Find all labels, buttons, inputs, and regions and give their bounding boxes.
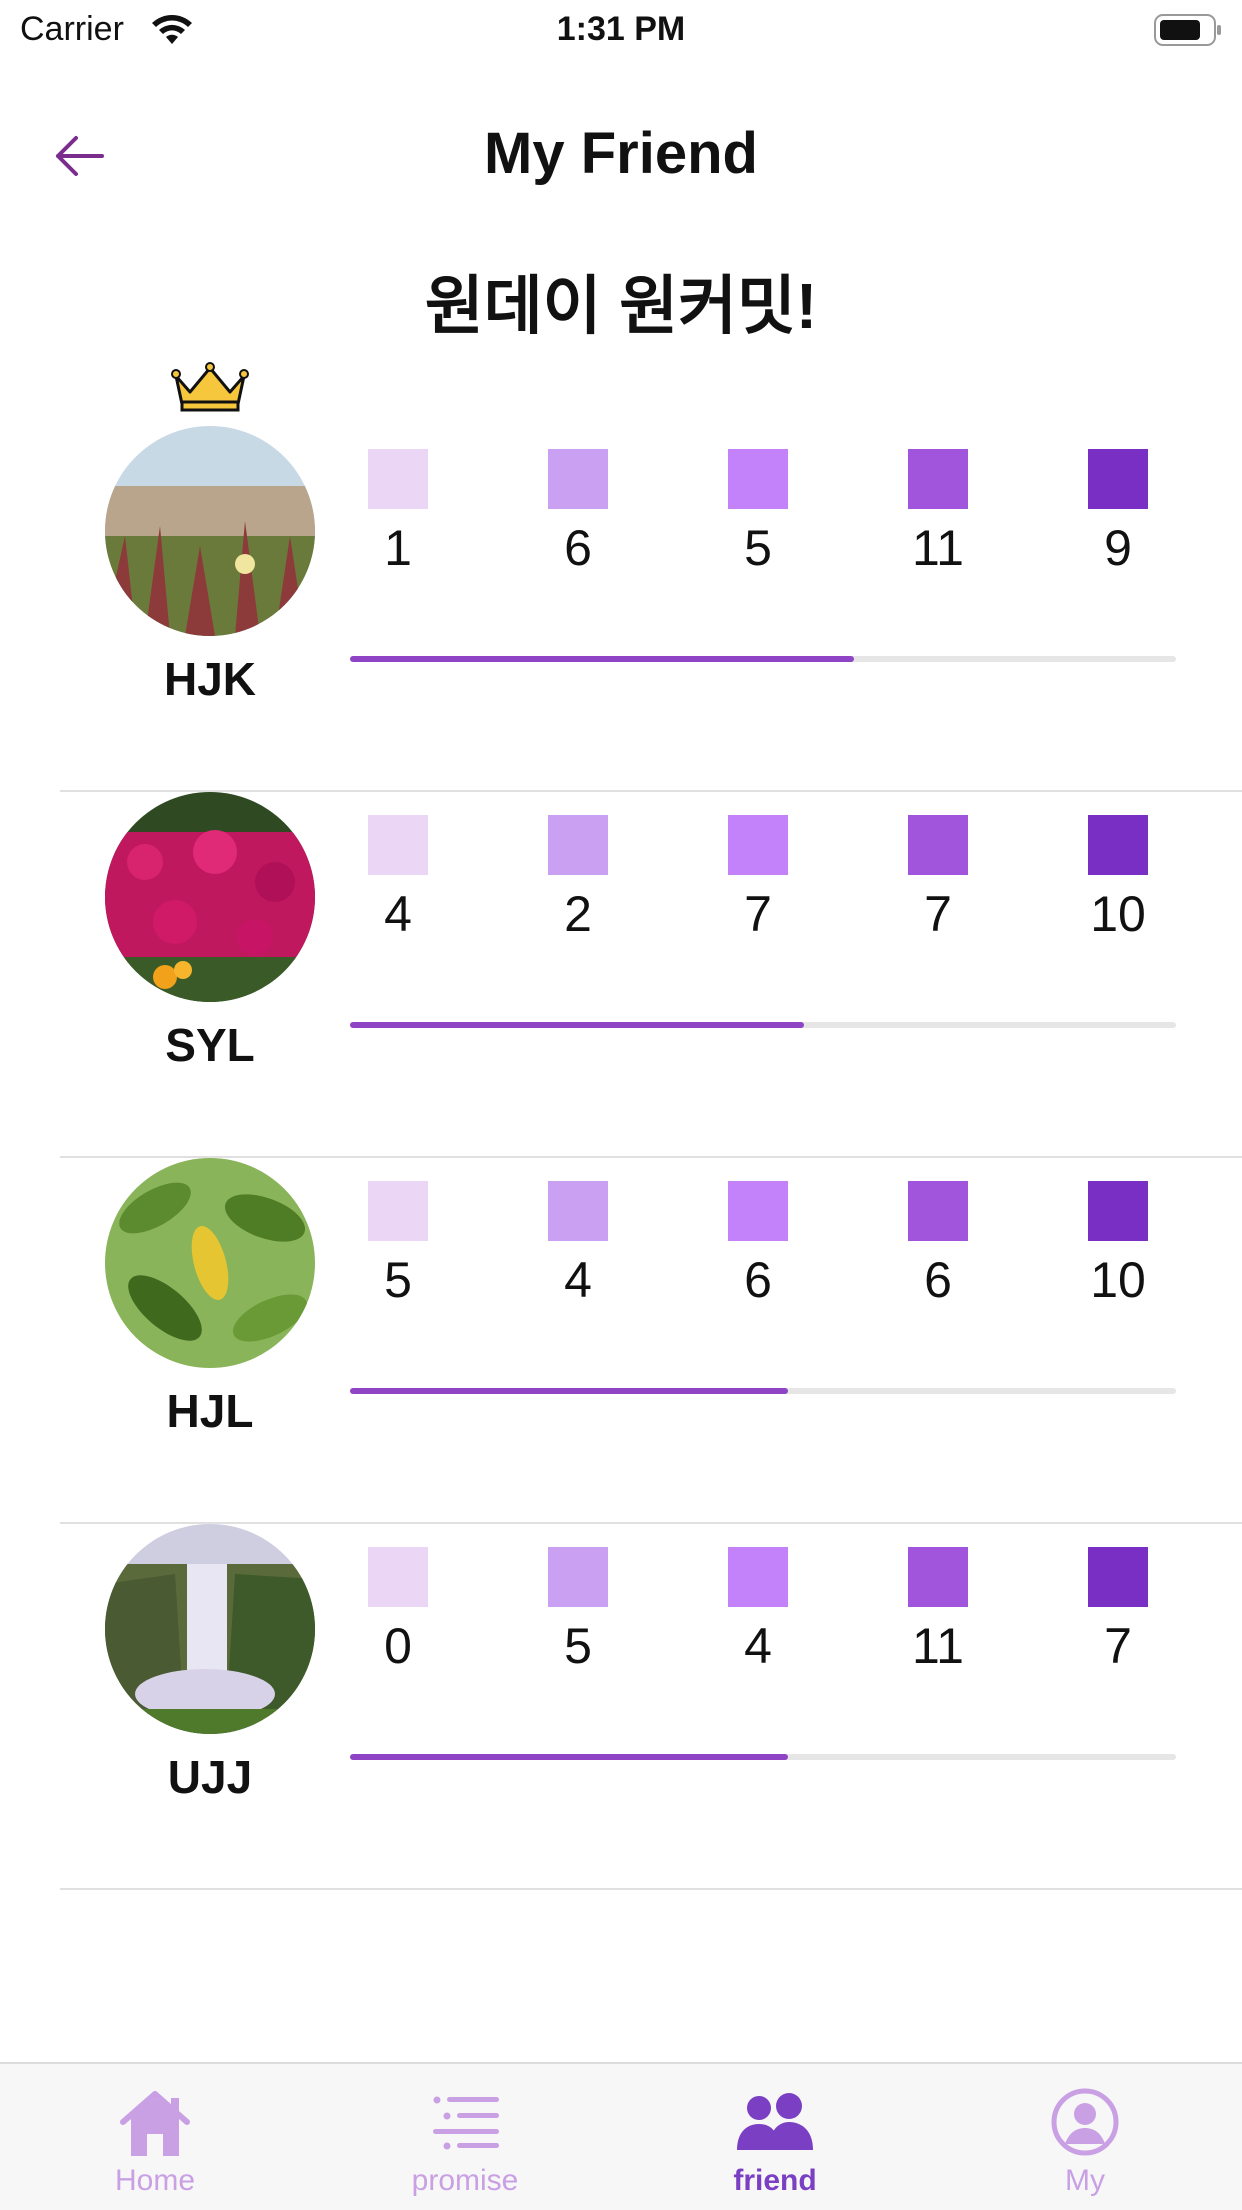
level-4-count: 11	[912, 520, 964, 576]
profile-icon	[1051, 2088, 1119, 2156]
level-counts: 0 5 4 11 7	[338, 1617, 1238, 1687]
level-5-square	[1088, 449, 1148, 509]
level-1-square	[368, 1547, 428, 1607]
page-title: My Friend	[484, 121, 758, 186]
tab-friend[interactable]: friend	[620, 2064, 930, 2210]
friend-row[interactable]: SYL 4 2 7 7 10	[60, 790, 1242, 1158]
tab-home-label: Home	[114, 2164, 196, 2197]
level-2-count: 5	[564, 1618, 592, 1674]
home-icon	[120, 2091, 190, 2156]
level-3-square	[728, 449, 788, 509]
level-1-count: 5	[384, 1252, 412, 1308]
progress-fill	[350, 1022, 805, 1028]
tab-promise-label: promise	[411, 2164, 519, 2197]
level-squares	[368, 1547, 1188, 1607]
level-counts: 1 6 5 11 9	[338, 519, 1238, 589]
tab-my[interactable]: My	[930, 2064, 1240, 2210]
progress-fill	[350, 1754, 788, 1760]
level-2-square	[548, 815, 608, 875]
friend-name: HJL	[166, 1385, 254, 1437]
friend-name: SYL	[165, 1019, 255, 1071]
level-4-square	[908, 1181, 968, 1241]
status-bar: Carrier 1:31 PM	[0, 0, 1242, 62]
list-icon	[433, 2096, 499, 2150]
tab-promise[interactable]: promise	[310, 2064, 620, 2210]
progress-track	[350, 1022, 1176, 1028]
avatar	[105, 1158, 315, 1368]
battery-icon	[1154, 14, 1221, 46]
level-5-count: 9	[1104, 520, 1132, 576]
people-icon	[737, 2093, 813, 2150]
avatar	[105, 792, 315, 1002]
level-3-square	[728, 1547, 788, 1607]
tab-my-label: My	[1065, 2164, 1105, 2197]
level-5-square	[1088, 815, 1148, 875]
level-5-square	[1088, 1181, 1148, 1241]
avatar-photo-waterfall	[105, 1524, 315, 1734]
level-1-count: 1	[384, 520, 412, 576]
level-4-count: 6	[924, 1252, 952, 1308]
level-2-count: 4	[564, 1252, 592, 1308]
friend-row[interactable]: UJJ 0 5 4 11 7	[60, 1522, 1242, 1890]
progress-fill	[350, 1388, 788, 1394]
avatar	[105, 1524, 315, 1734]
avatar-photo-leaves	[105, 1158, 315, 1368]
level-squares	[368, 449, 1188, 509]
avatar-photo-meadow	[105, 426, 315, 636]
level-1-square	[368, 1181, 428, 1241]
progress-track	[350, 1388, 1176, 1394]
avatar-photo-flowers	[105, 792, 315, 1002]
level-5-count: 7	[1104, 1618, 1132, 1674]
avatar	[105, 426, 315, 636]
level-3-count: 4	[744, 1618, 772, 1674]
friend-row[interactable]: HJK 1 6 5 11 9	[60, 424, 1242, 792]
level-squares	[368, 1181, 1188, 1241]
level-4-square	[908, 449, 968, 509]
level-1-count: 0	[384, 1618, 412, 1674]
level-2-count: 2	[564, 886, 592, 942]
level-squares	[368, 815, 1188, 875]
tab-home[interactable]: Home	[0, 2064, 310, 2210]
level-3-count: 6	[744, 1252, 772, 1308]
tab-bar: Home promise friend My	[0, 2062, 1242, 2210]
friend-row[interactable]: HJL 5 4 6 6 10	[60, 1156, 1242, 1524]
level-4-count: 7	[924, 886, 952, 942]
level-2-square	[548, 449, 608, 509]
level-2-count: 6	[564, 520, 592, 576]
tab-friend-label: friend	[733, 2164, 817, 2197]
level-3-count: 5	[744, 520, 772, 576]
level-3-square	[728, 815, 788, 875]
crown-icon	[171, 362, 249, 412]
progress-track	[350, 1754, 1176, 1760]
level-3-square	[728, 1181, 788, 1241]
level-1-count: 4	[384, 886, 412, 942]
level-5-count: 10	[1090, 886, 1146, 942]
clock: 1:31 PM	[556, 10, 686, 48]
friend-name: UJJ	[167, 1751, 253, 1803]
level-4-count: 11	[912, 1618, 964, 1674]
level-3-count: 7	[744, 886, 772, 942]
progress-fill	[350, 656, 854, 662]
friend-name: HJK	[163, 653, 257, 705]
level-1-square	[368, 449, 428, 509]
level-5-count: 10	[1090, 1252, 1146, 1308]
level-counts: 4 2 7 7 10	[338, 885, 1238, 955]
level-4-square	[908, 1547, 968, 1607]
progress-track	[350, 656, 1176, 662]
level-5-square	[1088, 1547, 1148, 1607]
level-2-square	[548, 1181, 608, 1241]
level-4-square	[908, 815, 968, 875]
subtitle: 원데이 원커밋!	[424, 270, 818, 342]
level-1-square	[368, 815, 428, 875]
level-2-square	[548, 1547, 608, 1607]
level-counts: 5 4 6 6 10	[338, 1251, 1238, 1321]
